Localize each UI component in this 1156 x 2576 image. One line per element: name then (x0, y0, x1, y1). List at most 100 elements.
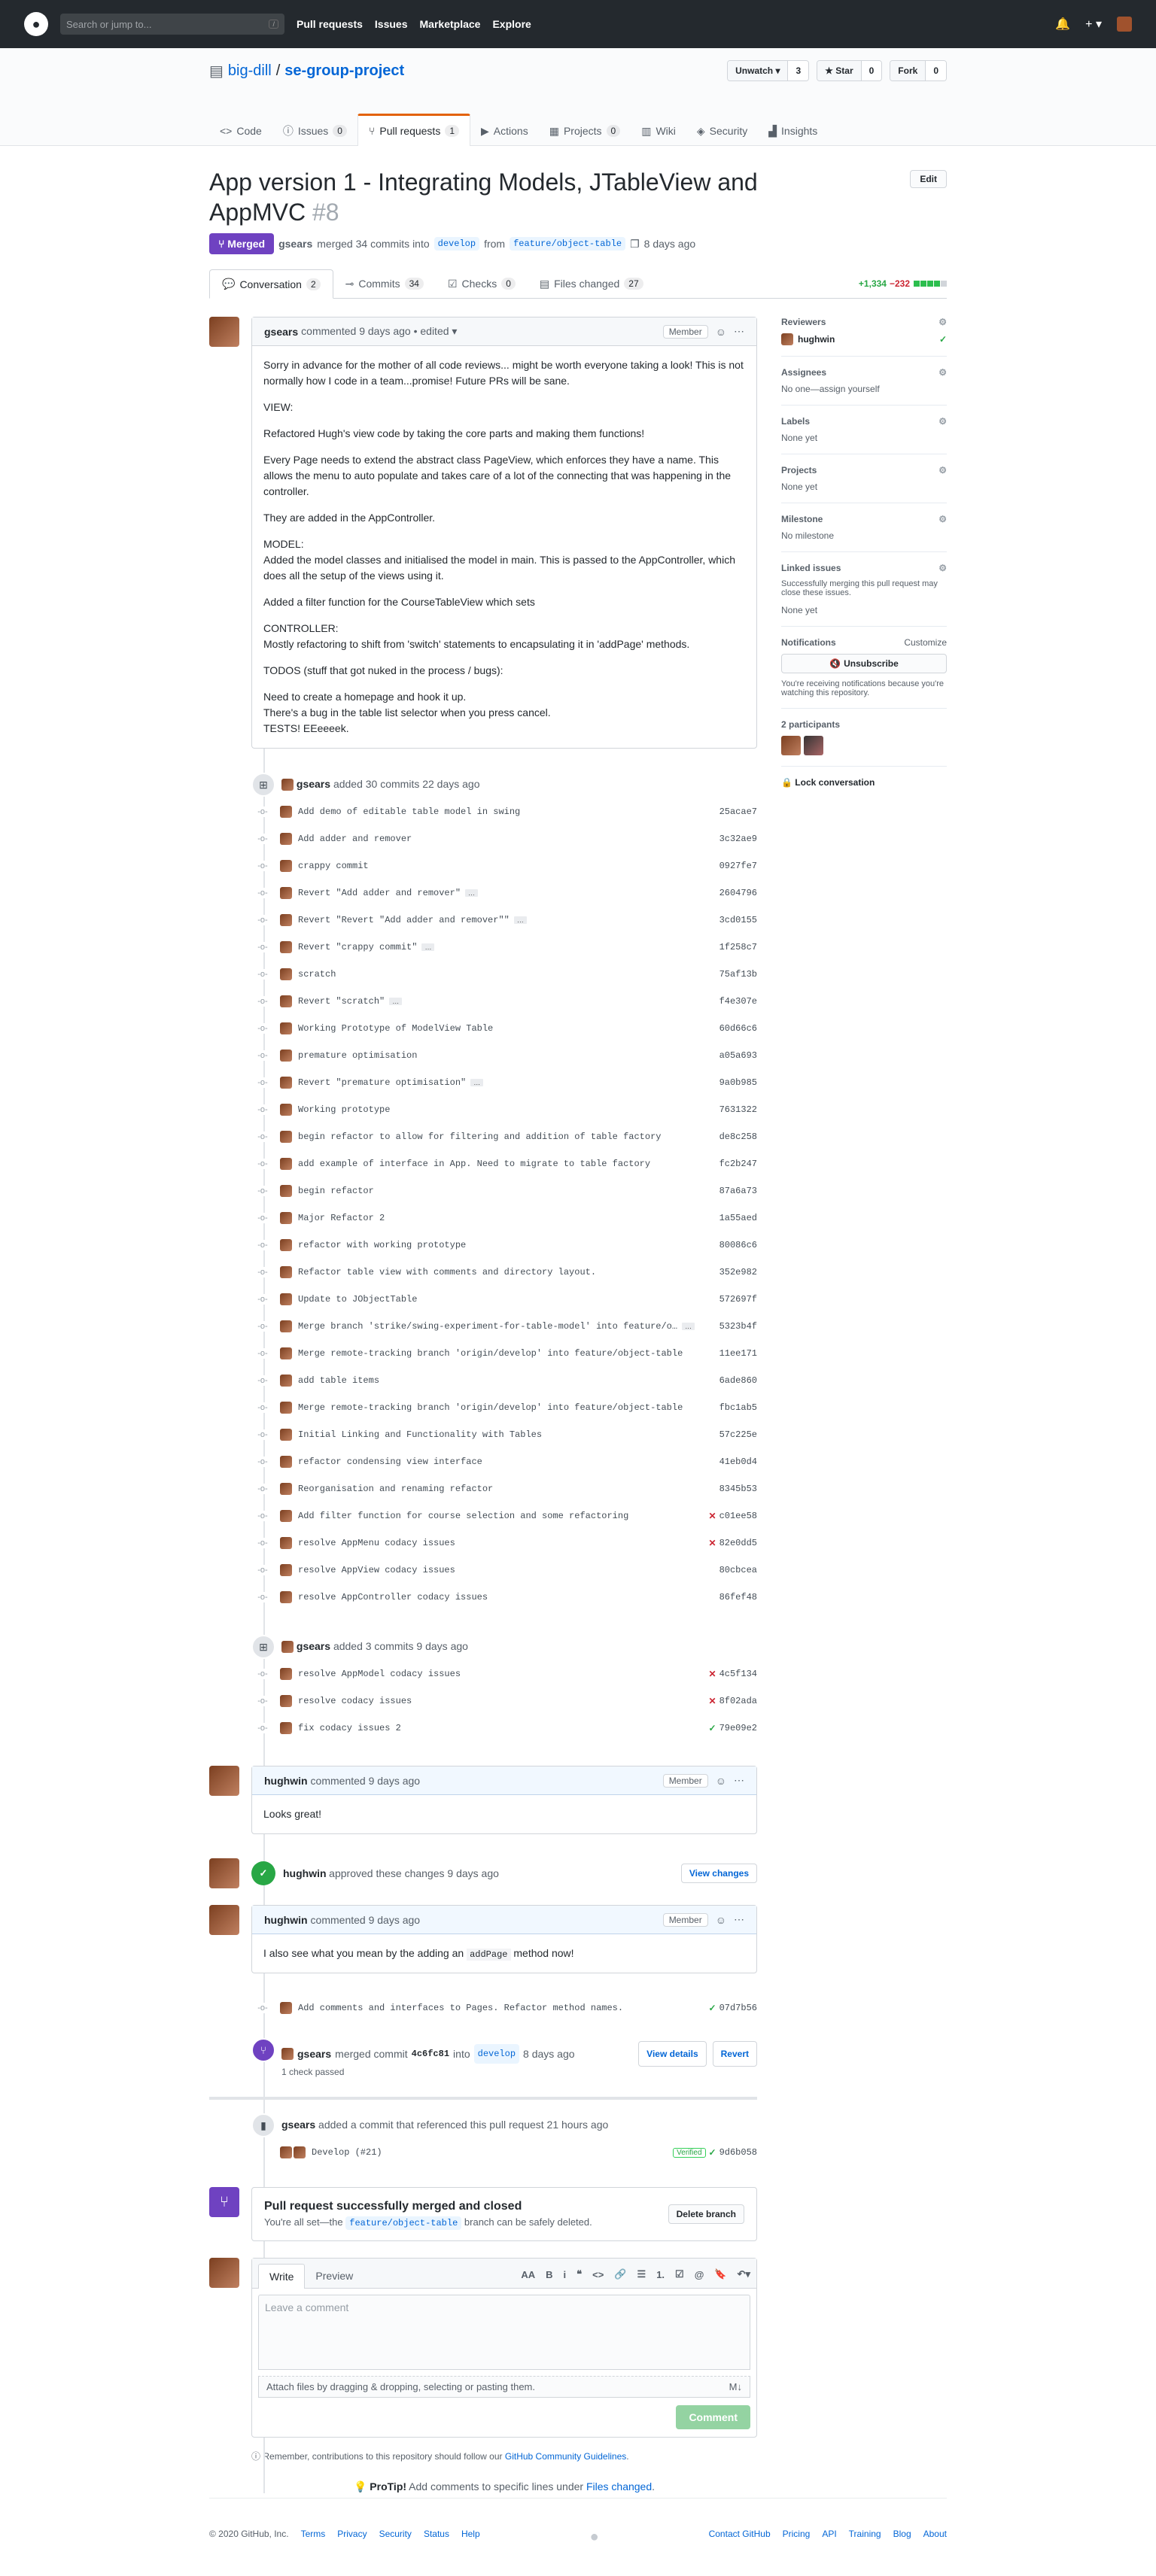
heading-icon[interactable]: AA (521, 2269, 535, 2280)
commit-message[interactable]: resolve AppView codacy issues (298, 1565, 455, 1575)
reaction-icon[interactable]: ☺ (716, 1914, 726, 1926)
avatar[interactable] (280, 995, 292, 1007)
avatar[interactable] (280, 1185, 292, 1197)
commit-message[interactable]: Merge branch 'strike/swing-experiment-fo… (298, 1321, 677, 1332)
avatar[interactable] (280, 1347, 292, 1359)
avatar[interactable] (280, 1483, 292, 1495)
commit-row[interactable]: -o-refactor condensing view interface 41e… (251, 1448, 757, 1475)
commit-row[interactable]: -o-begin refactor to allow for filtering… (251, 1123, 757, 1150)
avatar[interactable] (280, 833, 292, 845)
avatar[interactable] (280, 914, 292, 926)
tab-code[interactable]: <> Code (209, 114, 272, 146)
avatar[interactable] (280, 806, 292, 818)
task-list-icon[interactable]: ☑ (675, 2268, 684, 2280)
unordered-list-icon[interactable]: ☰ (637, 2268, 646, 2280)
tab-commits[interactable]: ⊸ Commits 34 (333, 269, 436, 298)
link-icon[interactable]: 🔗 (614, 2268, 626, 2280)
nav-issues[interactable]: Issues (375, 18, 408, 30)
saved-reply-icon[interactable]: 🔖 (714, 2268, 726, 2280)
commit-message[interactable]: resolve AppMenu codacy issues (298, 1538, 455, 1548)
repo-name-link[interactable]: se-group-project (284, 62, 404, 80)
bold-icon[interactable]: B (546, 2269, 552, 2280)
ellipsis-expander[interactable]: … (513, 916, 527, 924)
commit-sha[interactable]: 9a0b985 (719, 1077, 757, 1088)
search-input[interactable]: Search or jump to... / (60, 14, 284, 35)
lock-conversation[interactable]: 🔒 Lock conversation (781, 767, 947, 798)
tab-projects[interactable]: ▦ Projects 0 (539, 114, 631, 146)
commit-message[interactable]: Revert "Add adder and remover" (298, 888, 461, 898)
avatar[interactable] (209, 317, 239, 347)
ellipsis-expander[interactable]: … (682, 1323, 695, 1330)
commit-sha[interactable]: 7631322 (719, 1104, 757, 1115)
commit-sha[interactable]: 80086c6 (719, 1240, 757, 1250)
commit-row[interactable]: -o-crappy commit 0927fe7 (251, 852, 757, 879)
customize-link[interactable]: Customize (904, 637, 947, 648)
ordered-list-icon[interactable]: 1. (656, 2269, 665, 2280)
edit-title-button[interactable]: Edit (910, 170, 947, 188)
repo-owner-link[interactable]: big-dill (228, 62, 272, 80)
view-changes-button[interactable]: View changes (680, 1864, 757, 1883)
commit-row[interactable]: -o-refactor with working prototype 80086c… (251, 1232, 757, 1259)
avatar[interactable] (280, 887, 292, 899)
bell-icon[interactable]: 🔔 (1055, 17, 1070, 32)
avatar[interactable] (280, 1722, 292, 1734)
avatar[interactable] (280, 1077, 292, 1089)
commit-sha[interactable]: 1f258c7 (719, 942, 757, 952)
commit-sha[interactable]: 60d66c6 (719, 1023, 757, 1034)
commit-row[interactable]: -o- Revert "scratch" … f4e307e (251, 988, 757, 1015)
commit-message[interactable]: Update to JObjectTable (298, 1294, 417, 1305)
comment-author[interactable]: gsears (264, 326, 298, 338)
commit-sha[interactable]: 3cd0155 (719, 915, 757, 925)
checks-passed[interactable]: 1 check passed (281, 2067, 757, 2077)
commit-sha[interactable]: 11ee171 (719, 1348, 757, 1359)
commit-row[interactable]: -o-resolve codacy issues ✕ 8f02ada (251, 1687, 757, 1715)
commit-message[interactable]: Reorganisation and renaming refactor (298, 1484, 493, 1494)
tab-actions[interactable]: ▶ Actions (470, 114, 539, 146)
head-branch[interactable]: feature/object-table (510, 237, 626, 251)
commit-sha[interactable]: c01ee58 (719, 1511, 757, 1521)
nav-marketplace[interactable]: Marketplace (420, 18, 481, 30)
watch-button[interactable]: Unwatch ▾ 3 (727, 60, 810, 81)
avatar[interactable] (280, 1320, 292, 1332)
avatar[interactable] (280, 1375, 292, 1387)
x-icon[interactable]: ✕ (709, 1669, 716, 1680)
commit-message[interactable]: add example of interface in App. Need to… (298, 1159, 650, 1169)
commit-sha[interactable]: 8f02ada (719, 1696, 757, 1706)
commit-sha[interactable]: fc2b247 (719, 1159, 757, 1169)
attach-files[interactable]: Attach files by dragging & dropping, sel… (258, 2376, 750, 2398)
commit-message[interactable]: crappy commit (298, 861, 369, 871)
commit-sha[interactable]: 75af13b (719, 969, 757, 980)
commit-row[interactable]: -o- Revert "crappy commit" … 1f258c7 (251, 934, 757, 961)
participant-avatar[interactable] (781, 736, 801, 755)
user-avatar[interactable] (1117, 17, 1132, 32)
commit-row[interactable]: -o- Add demo of editable table model in s… (251, 798, 757, 825)
avatar[interactable] (280, 1668, 292, 1680)
write-tab[interactable]: Write (258, 2264, 306, 2289)
avatar[interactable] (280, 1293, 292, 1305)
avatar[interactable] (280, 1695, 292, 1707)
commit-sha[interactable]: 572697f (719, 1294, 757, 1305)
reply-icon[interactable]: ↶▾ (738, 2268, 750, 2280)
github-mark-icon[interactable]: ● (590, 2529, 599, 2546)
avatar[interactable] (280, 1537, 292, 1549)
x-icon[interactable]: ✕ (709, 1511, 716, 1522)
commit-message[interactable]: resolve codacy issues (298, 1696, 412, 1706)
commit-row[interactable]: -o-add table items 6ade860 (251, 1367, 757, 1394)
commit-message[interactable]: fix codacy issues 2 (298, 1723, 401, 1733)
x-icon[interactable]: ✕ (709, 1538, 716, 1549)
commit-row[interactable]: -o- Initial Linking and Functionality wit… (251, 1421, 757, 1448)
commit-row[interactable]: -o-begin refactor 87a6a73 (251, 1177, 757, 1204)
italic-icon[interactable]: i (564, 2269, 567, 2280)
commit-row[interactable]: -o- Working prototype 7631322 (251, 1096, 757, 1123)
avatar[interactable] (280, 2002, 292, 2014)
avatar[interactable] (280, 1402, 292, 1414)
commit-sha[interactable]: 3c32ae9 (719, 834, 757, 844)
commit-message[interactable]: Working Prototype of ModelView Table (298, 1023, 493, 1034)
reaction-icon[interactable]: ☺ (716, 1775, 726, 1787)
commit-sha[interactable]: 57c225e (719, 1429, 757, 1440)
avatar[interactable] (280, 1212, 292, 1224)
commit-message[interactable]: Add filter function for course selection… (298, 1511, 628, 1521)
delete-branch-button[interactable]: Delete branch (668, 2204, 744, 2224)
tab-pull-requests[interactable]: ⑂ Pull requests 1 (357, 114, 471, 146)
commit-row[interactable]: -o- Merge branch 'strike/swing-experiment… (251, 1313, 757, 1340)
